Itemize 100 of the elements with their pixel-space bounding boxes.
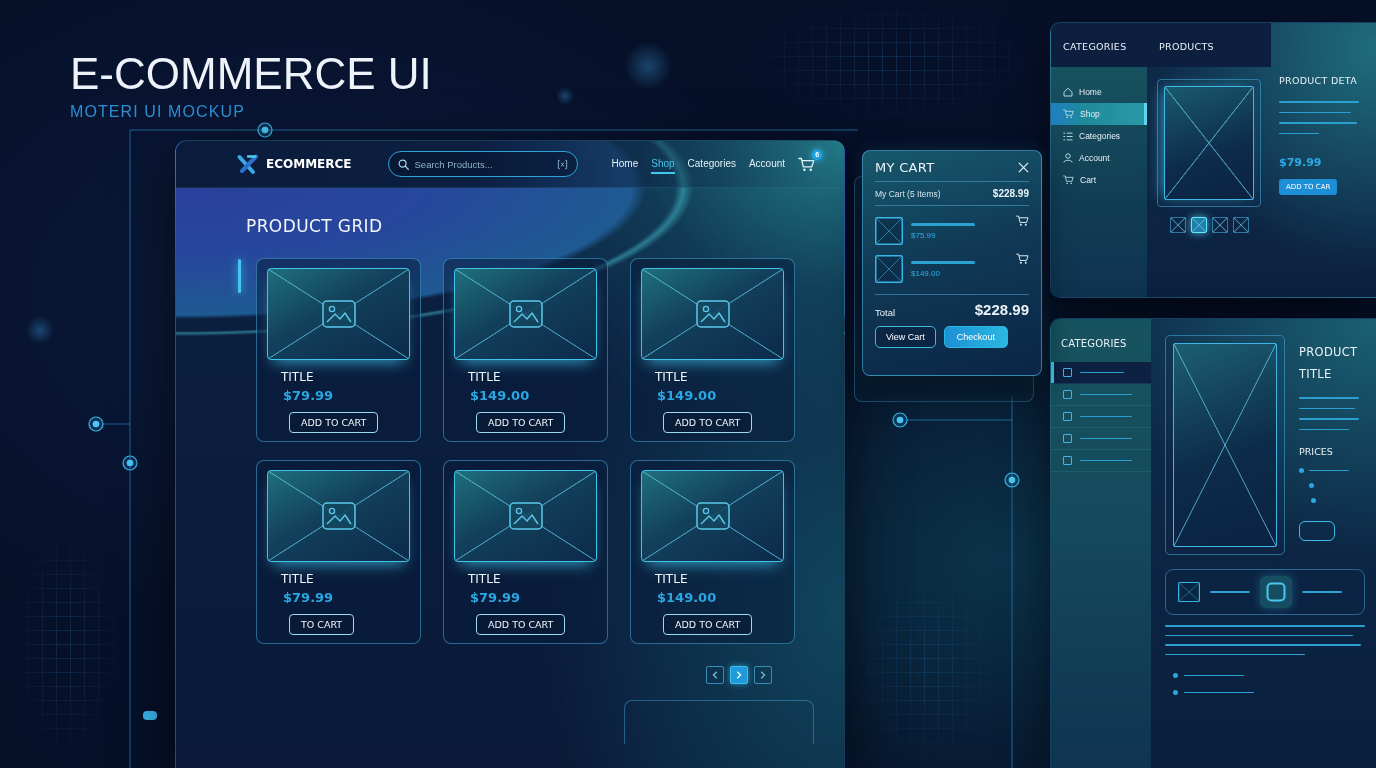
placeholder-line bbox=[1080, 415, 1132, 418]
product-title: TITLE bbox=[655, 370, 688, 384]
hero-subtitle: MOTERI UI MOCKUP bbox=[70, 102, 246, 122]
total-label: Total bbox=[875, 307, 896, 318]
thumbnail-button[interactable] bbox=[1190, 217, 1207, 233]
placeholder-line bbox=[1184, 674, 1244, 677]
thumbnail-button[interactable] bbox=[1232, 217, 1249, 233]
placeholder-line bbox=[1080, 371, 1124, 374]
cart-icon[interactable] bbox=[1016, 215, 1029, 227]
image-icon bbox=[508, 502, 543, 530]
product-title: PRODUCT TITLE bbox=[1299, 344, 1358, 383]
product-title: TITLE bbox=[655, 572, 688, 586]
bullet-dot-icon bbox=[1173, 690, 1178, 695]
nav-link[interactable]: Home bbox=[611, 154, 639, 174]
product-title: TITLE bbox=[281, 370, 314, 384]
sidebar-item[interactable]: Cart bbox=[1051, 169, 1147, 191]
product-price: $79.99 bbox=[470, 590, 521, 606]
sidebar-item[interactable]: Categories bbox=[1051, 125, 1147, 147]
placeholder-line bbox=[911, 222, 975, 226]
prev-page-button[interactable] bbox=[706, 666, 724, 684]
placeholder-line bbox=[1299, 407, 1355, 409]
placeholder-line bbox=[1309, 469, 1349, 472]
sidebar-item[interactable]: Home bbox=[1051, 81, 1147, 103]
view-cart-button[interactable]: View Cart bbox=[875, 326, 936, 348]
node-dot-icon bbox=[892, 412, 908, 428]
product-title: TITLE bbox=[468, 572, 501, 586]
placeholder-line bbox=[1299, 418, 1359, 420]
logo-icon bbox=[236, 153, 260, 175]
add-to-cart-button[interactable]: ADD TO CART bbox=[663, 412, 753, 433]
add-to-cart-button[interactable]: ADD TO CART bbox=[663, 614, 753, 635]
logo-text: ECOMMERCE bbox=[266, 157, 352, 171]
placeholder-line bbox=[1080, 393, 1132, 396]
thumbnail-button[interactable] bbox=[1169, 217, 1186, 233]
placeholder-line bbox=[1299, 397, 1359, 399]
image-icon bbox=[695, 300, 730, 328]
cart-icon[interactable] bbox=[1016, 253, 1029, 265]
thumbnail-placeholder bbox=[875, 255, 903, 283]
chevron-right-icon bbox=[736, 671, 742, 679]
hero-title: E-COMMERCE UI bbox=[70, 50, 432, 98]
outline-button[interactable] bbox=[1299, 521, 1335, 541]
item-price: $149.00 bbox=[911, 268, 940, 278]
close-icon[interactable] bbox=[1018, 162, 1029, 173]
product-price: $149.00 bbox=[470, 388, 530, 404]
placeholder-line bbox=[911, 260, 975, 264]
node-pill-icon bbox=[143, 711, 157, 720]
nav-link[interactable]: Shop bbox=[651, 154, 675, 174]
cart-icon bbox=[1063, 175, 1074, 185]
chevron-right-icon bbox=[760, 671, 766, 679]
thumbnail-placeholder bbox=[1178, 582, 1200, 602]
checkbox[interactable] bbox=[1063, 434, 1072, 443]
cart-icon[interactable] bbox=[798, 156, 816, 172]
nav-link[interactable]: Categories bbox=[687, 154, 736, 174]
checkbox[interactable] bbox=[1063, 390, 1072, 399]
search-bar[interactable]: Search Products... bbox=[387, 151, 578, 177]
bracket-icon bbox=[556, 158, 568, 170]
image-icon bbox=[508, 300, 543, 328]
filter-row[interactable] bbox=[1051, 362, 1151, 384]
search-input[interactable]: Search Products... bbox=[414, 157, 551, 171]
bullet-dot-icon bbox=[1309, 483, 1314, 488]
product-price: $79.99 bbox=[283, 388, 334, 404]
checkbox[interactable] bbox=[1063, 412, 1072, 421]
next-page-button[interactable] bbox=[754, 666, 772, 684]
scroll-indicator bbox=[238, 259, 241, 293]
page-button[interactable] bbox=[730, 666, 748, 684]
sidebar-item[interactable]: Account bbox=[1051, 147, 1147, 169]
bokeh-glow bbox=[556, 87, 574, 105]
placeholder-line bbox=[1184, 691, 1254, 694]
product-price: $149.00 bbox=[657, 590, 717, 606]
section-heading: PRODUCT GRID bbox=[246, 216, 383, 236]
checkbox[interactable] bbox=[1063, 368, 1072, 377]
placeholder-line bbox=[1080, 459, 1132, 462]
column-heading: CATEGORIES bbox=[1063, 41, 1127, 53]
item-price: $75.99 bbox=[911, 230, 936, 240]
image-icon bbox=[321, 300, 356, 328]
thumbnail-placeholder bbox=[875, 217, 903, 245]
column-heading: PRODUCT DETA bbox=[1279, 75, 1357, 87]
thumbnail-button[interactable] bbox=[1211, 217, 1228, 233]
add-to-cart-button[interactable]: ADD TO CART bbox=[289, 412, 379, 433]
bullet-dot-icon bbox=[1299, 468, 1304, 473]
cart-icon bbox=[1063, 109, 1074, 119]
checkbox[interactable] bbox=[1063, 456, 1072, 465]
node-dot-icon bbox=[257, 122, 273, 138]
cart-title: MY CART bbox=[875, 160, 935, 175]
product-title: TITLE bbox=[281, 572, 314, 586]
add-to-cart-button[interactable]: TO CART bbox=[289, 614, 355, 635]
placeholder-line bbox=[1210, 591, 1250, 593]
placeholder-line bbox=[1279, 111, 1351, 113]
image-icon bbox=[321, 502, 356, 530]
tile-button[interactable] bbox=[1260, 576, 1292, 608]
product-price: $149.00 bbox=[657, 388, 717, 404]
sidebar-item[interactable]: Shop bbox=[1051, 103, 1147, 125]
cart-subtotal: $228.99 bbox=[992, 188, 1029, 199]
add-to-cart-button[interactable]: ADD TO CART bbox=[476, 614, 566, 635]
node-dot-icon bbox=[1004, 472, 1020, 488]
placeholder-line bbox=[1302, 591, 1342, 593]
bokeh-glow bbox=[26, 316, 54, 344]
add-to-cart-button[interactable]: ADD TO CART bbox=[476, 412, 566, 433]
connector-line bbox=[102, 423, 131, 425]
nav-link[interactable]: Account bbox=[748, 154, 786, 174]
image-icon bbox=[695, 502, 730, 530]
